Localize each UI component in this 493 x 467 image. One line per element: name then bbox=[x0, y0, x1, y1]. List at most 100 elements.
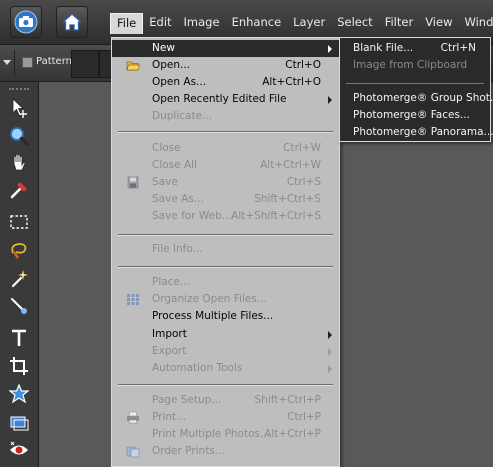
home-button[interactable] bbox=[56, 6, 88, 38]
submenu-item-label: Blank File... bbox=[353, 42, 414, 54]
submenu-item-photomerge-panorama[interactable]: Photomerge® Panorama... bbox=[340, 124, 493, 141]
save-icon bbox=[126, 176, 140, 189]
menu-item-duplicate: Duplicate... bbox=[112, 108, 339, 125]
tool-preset-dropdown-icon[interactable] bbox=[3, 60, 11, 65]
menu-item-label: Open As... bbox=[152, 76, 207, 88]
options-divider bbox=[14, 50, 15, 76]
menu-item-shortcut: Alt+Ctrl+W bbox=[260, 159, 321, 171]
submenu-item-blank-file[interactable]: Blank File... Ctrl+N bbox=[340, 40, 490, 57]
menu-item-label: Page Setup... bbox=[152, 394, 222, 406]
menu-item-close: Close Ctrl+W bbox=[112, 140, 339, 157]
menu-bar: File Edit Image Enhance Layer Select Fil… bbox=[110, 13, 493, 34]
lasso-tool-icon[interactable] bbox=[7, 238, 31, 262]
menu-item-label: New bbox=[152, 42, 175, 54]
toolbox bbox=[0, 82, 39, 467]
folder-icon bbox=[126, 59, 140, 72]
submenu-arrow-icon bbox=[328, 331, 332, 339]
menu-item-label: Open... bbox=[152, 59, 191, 71]
menu-item-order-prints: Order Prints... bbox=[112, 443, 339, 460]
submenu-item-photomerge-group-shot[interactable]: Photomerge® Group Shot... bbox=[340, 90, 493, 107]
submenu-item-image-from-clipboard: Image from Clipboard bbox=[340, 57, 490, 74]
home-icon bbox=[61, 13, 83, 31]
menu-item-print-multiple-photos: Print Multiple Photos... Alt+Ctrl+P bbox=[112, 426, 339, 443]
submenu-item-label: Image from Clipboard bbox=[353, 59, 468, 71]
menu-item-label: Close All bbox=[152, 159, 197, 171]
menu-item-label: Print... bbox=[152, 411, 187, 423]
menu-item-place: Place... bbox=[112, 274, 339, 291]
order-prints-icon bbox=[126, 445, 140, 458]
submenu-item-photomerge-faces[interactable]: Photomerge® Faces... bbox=[340, 107, 490, 124]
menu-item-label: Print Multiple Photos... bbox=[152, 428, 270, 440]
menu-view[interactable]: View bbox=[419, 13, 458, 33]
menu-edit[interactable]: Edit bbox=[143, 13, 177, 33]
pattern-label: Pattern bbox=[36, 56, 72, 67]
menu-item-shortcut: Ctrl+S bbox=[286, 176, 321, 188]
menu-item-print: Print... Ctrl+P bbox=[112, 409, 339, 426]
menu-item-shortcut: Ctrl+O bbox=[285, 59, 321, 71]
straighten-tool-icon[interactable] bbox=[7, 410, 31, 434]
submenu-item-label: Photomerge® Group Shot... bbox=[353, 92, 493, 104]
menu-enhance[interactable]: Enhance bbox=[226, 13, 288, 33]
menu-file[interactable]: File bbox=[110, 13, 144, 34]
menu-item-label: File Info... bbox=[152, 243, 203, 255]
menu-item-label: Process Multiple Files... bbox=[152, 310, 274, 322]
magic-wand-tool-icon[interactable] bbox=[7, 266, 31, 290]
pattern-checkbox[interactable] bbox=[22, 57, 33, 68]
menu-item-process-multiple-files[interactable]: Process Multiple Files... bbox=[112, 308, 339, 325]
menu-layer[interactable]: Layer bbox=[287, 13, 331, 33]
submenu-separator bbox=[346, 83, 484, 84]
submenu-arrow-icon bbox=[328, 96, 332, 104]
menu-select[interactable]: Select bbox=[331, 13, 378, 33]
menu-separator bbox=[118, 131, 333, 133]
menu-item-label: Order Prints... bbox=[152, 445, 225, 457]
menu-separator bbox=[118, 384, 333, 386]
menu-item-label: Open Recently Edited File bbox=[152, 93, 287, 105]
submenu-item-label: Photomerge® Panorama... bbox=[353, 126, 493, 138]
menu-filter[interactable]: Filter bbox=[379, 13, 419, 33]
submenu-item-label: Photomerge® Faces... bbox=[353, 109, 470, 121]
menu-window[interactable]: Window bbox=[458, 13, 493, 33]
menu-item-open-recent[interactable]: Open Recently Edited File bbox=[112, 91, 339, 108]
cookie-cutter-tool-icon[interactable] bbox=[7, 382, 31, 406]
type-tool-icon[interactable] bbox=[7, 326, 31, 350]
crop-tool-icon[interactable] bbox=[7, 354, 31, 378]
organize-icon bbox=[126, 293, 140, 306]
menu-item-label: Export bbox=[152, 345, 187, 357]
menu-item-label: Place... bbox=[152, 276, 190, 288]
menu-item-shortcut: Alt+Ctrl+P bbox=[264, 428, 321, 440]
new-submenu: Blank File... Ctrl+N Image from Clipboar… bbox=[339, 37, 493, 142]
submenu-arrow-icon bbox=[328, 348, 332, 356]
menu-item-shortcut: Shift+Ctrl+S bbox=[254, 193, 321, 205]
menu-item-label: Automation Tools bbox=[152, 362, 243, 374]
marquee-tool-icon[interactable] bbox=[7, 210, 31, 234]
menu-item-save: Save Ctrl+S bbox=[112, 174, 339, 191]
camera-app-icon[interactable] bbox=[10, 6, 42, 38]
pattern-swatch[interactable] bbox=[71, 50, 99, 78]
menu-item-open-as[interactable]: Open As... Alt+Ctrl+O bbox=[112, 74, 339, 91]
menu-item-import[interactable]: Import bbox=[112, 326, 339, 343]
toolbox-grip[interactable] bbox=[9, 88, 29, 90]
menu-image[interactable]: Image bbox=[178, 13, 226, 33]
menu-item-shortcut: Alt+Shift+Ctrl+S bbox=[231, 210, 321, 222]
selection-brush-tool-icon[interactable] bbox=[7, 294, 31, 318]
menu-item-label: Import bbox=[152, 328, 187, 340]
file-menu: New Open... Ctrl+O Open As... Alt+Ctrl+O… bbox=[111, 37, 340, 467]
menu-item-organize-open-files: Organize Open Files... bbox=[112, 291, 339, 308]
submenu-arrow-icon bbox=[328, 365, 332, 373]
menu-item-label: Duplicate... bbox=[152, 110, 213, 122]
zoom-tool-icon[interactable] bbox=[7, 124, 31, 148]
menu-item-label: Close bbox=[152, 142, 181, 154]
menu-separator bbox=[118, 266, 333, 268]
menu-item-shortcut: Shift+Ctrl+P bbox=[254, 394, 321, 406]
submenu-arrow-icon bbox=[328, 45, 332, 53]
move-tool-icon[interactable] bbox=[7, 96, 31, 120]
menu-item-shortcut: Alt+Ctrl+O bbox=[262, 76, 321, 88]
hand-tool-icon[interactable] bbox=[7, 151, 31, 175]
menu-item-file-info: File Info... bbox=[112, 241, 339, 258]
eyedropper-tool-icon[interactable] bbox=[7, 178, 31, 202]
red-eye-tool-icon[interactable] bbox=[7, 438, 31, 462]
menu-item-label: Save for Web... bbox=[152, 210, 232, 222]
menu-item-label: Save bbox=[152, 176, 178, 188]
menu-item-new[interactable]: New bbox=[112, 40, 339, 57]
menu-item-open[interactable]: Open... Ctrl+O bbox=[112, 57, 339, 74]
